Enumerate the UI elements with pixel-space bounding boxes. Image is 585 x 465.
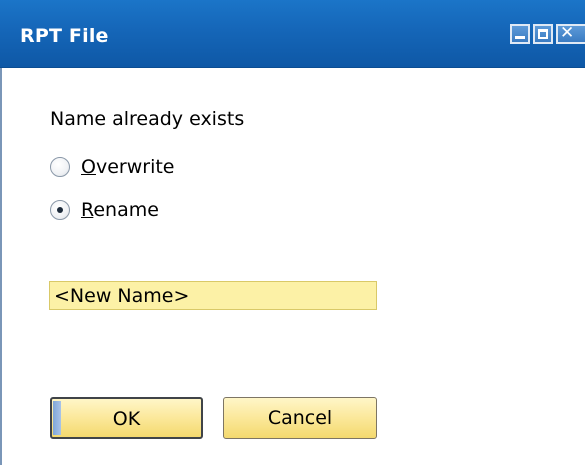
- maximize-icon[interactable]: [533, 24, 553, 44]
- window-border: [0, 68, 2, 465]
- overwrite-radio[interactable]: [50, 157, 70, 177]
- ok-label: OK: [112, 408, 141, 430]
- rename-option[interactable]: Rename: [50, 197, 159, 223]
- title-bar[interactable]: RPT File ✕: [0, 0, 585, 68]
- cancel-label: Cancel: [267, 407, 333, 429]
- focus-indicator: [53, 401, 61, 435]
- rename-label: Rename: [81, 199, 159, 221]
- rename-radio[interactable]: [50, 200, 70, 220]
- new-name-input[interactable]: [49, 281, 377, 310]
- overwrite-option[interactable]: Overwrite: [50, 154, 174, 180]
- rpt-file-dialog: RPT File ✕ Name already exists Overwrite…: [0, 0, 585, 465]
- overwrite-label: Overwrite: [81, 156, 175, 178]
- message-label: Name already exists: [50, 108, 245, 130]
- close-icon[interactable]: ✕: [556, 23, 585, 44]
- cancel-button[interactable]: Cancel: [223, 397, 377, 439]
- ok-button[interactable]: OK: [50, 397, 203, 439]
- window-title: RPT File: [20, 25, 109, 47]
- minimize-icon[interactable]: [510, 24, 530, 44]
